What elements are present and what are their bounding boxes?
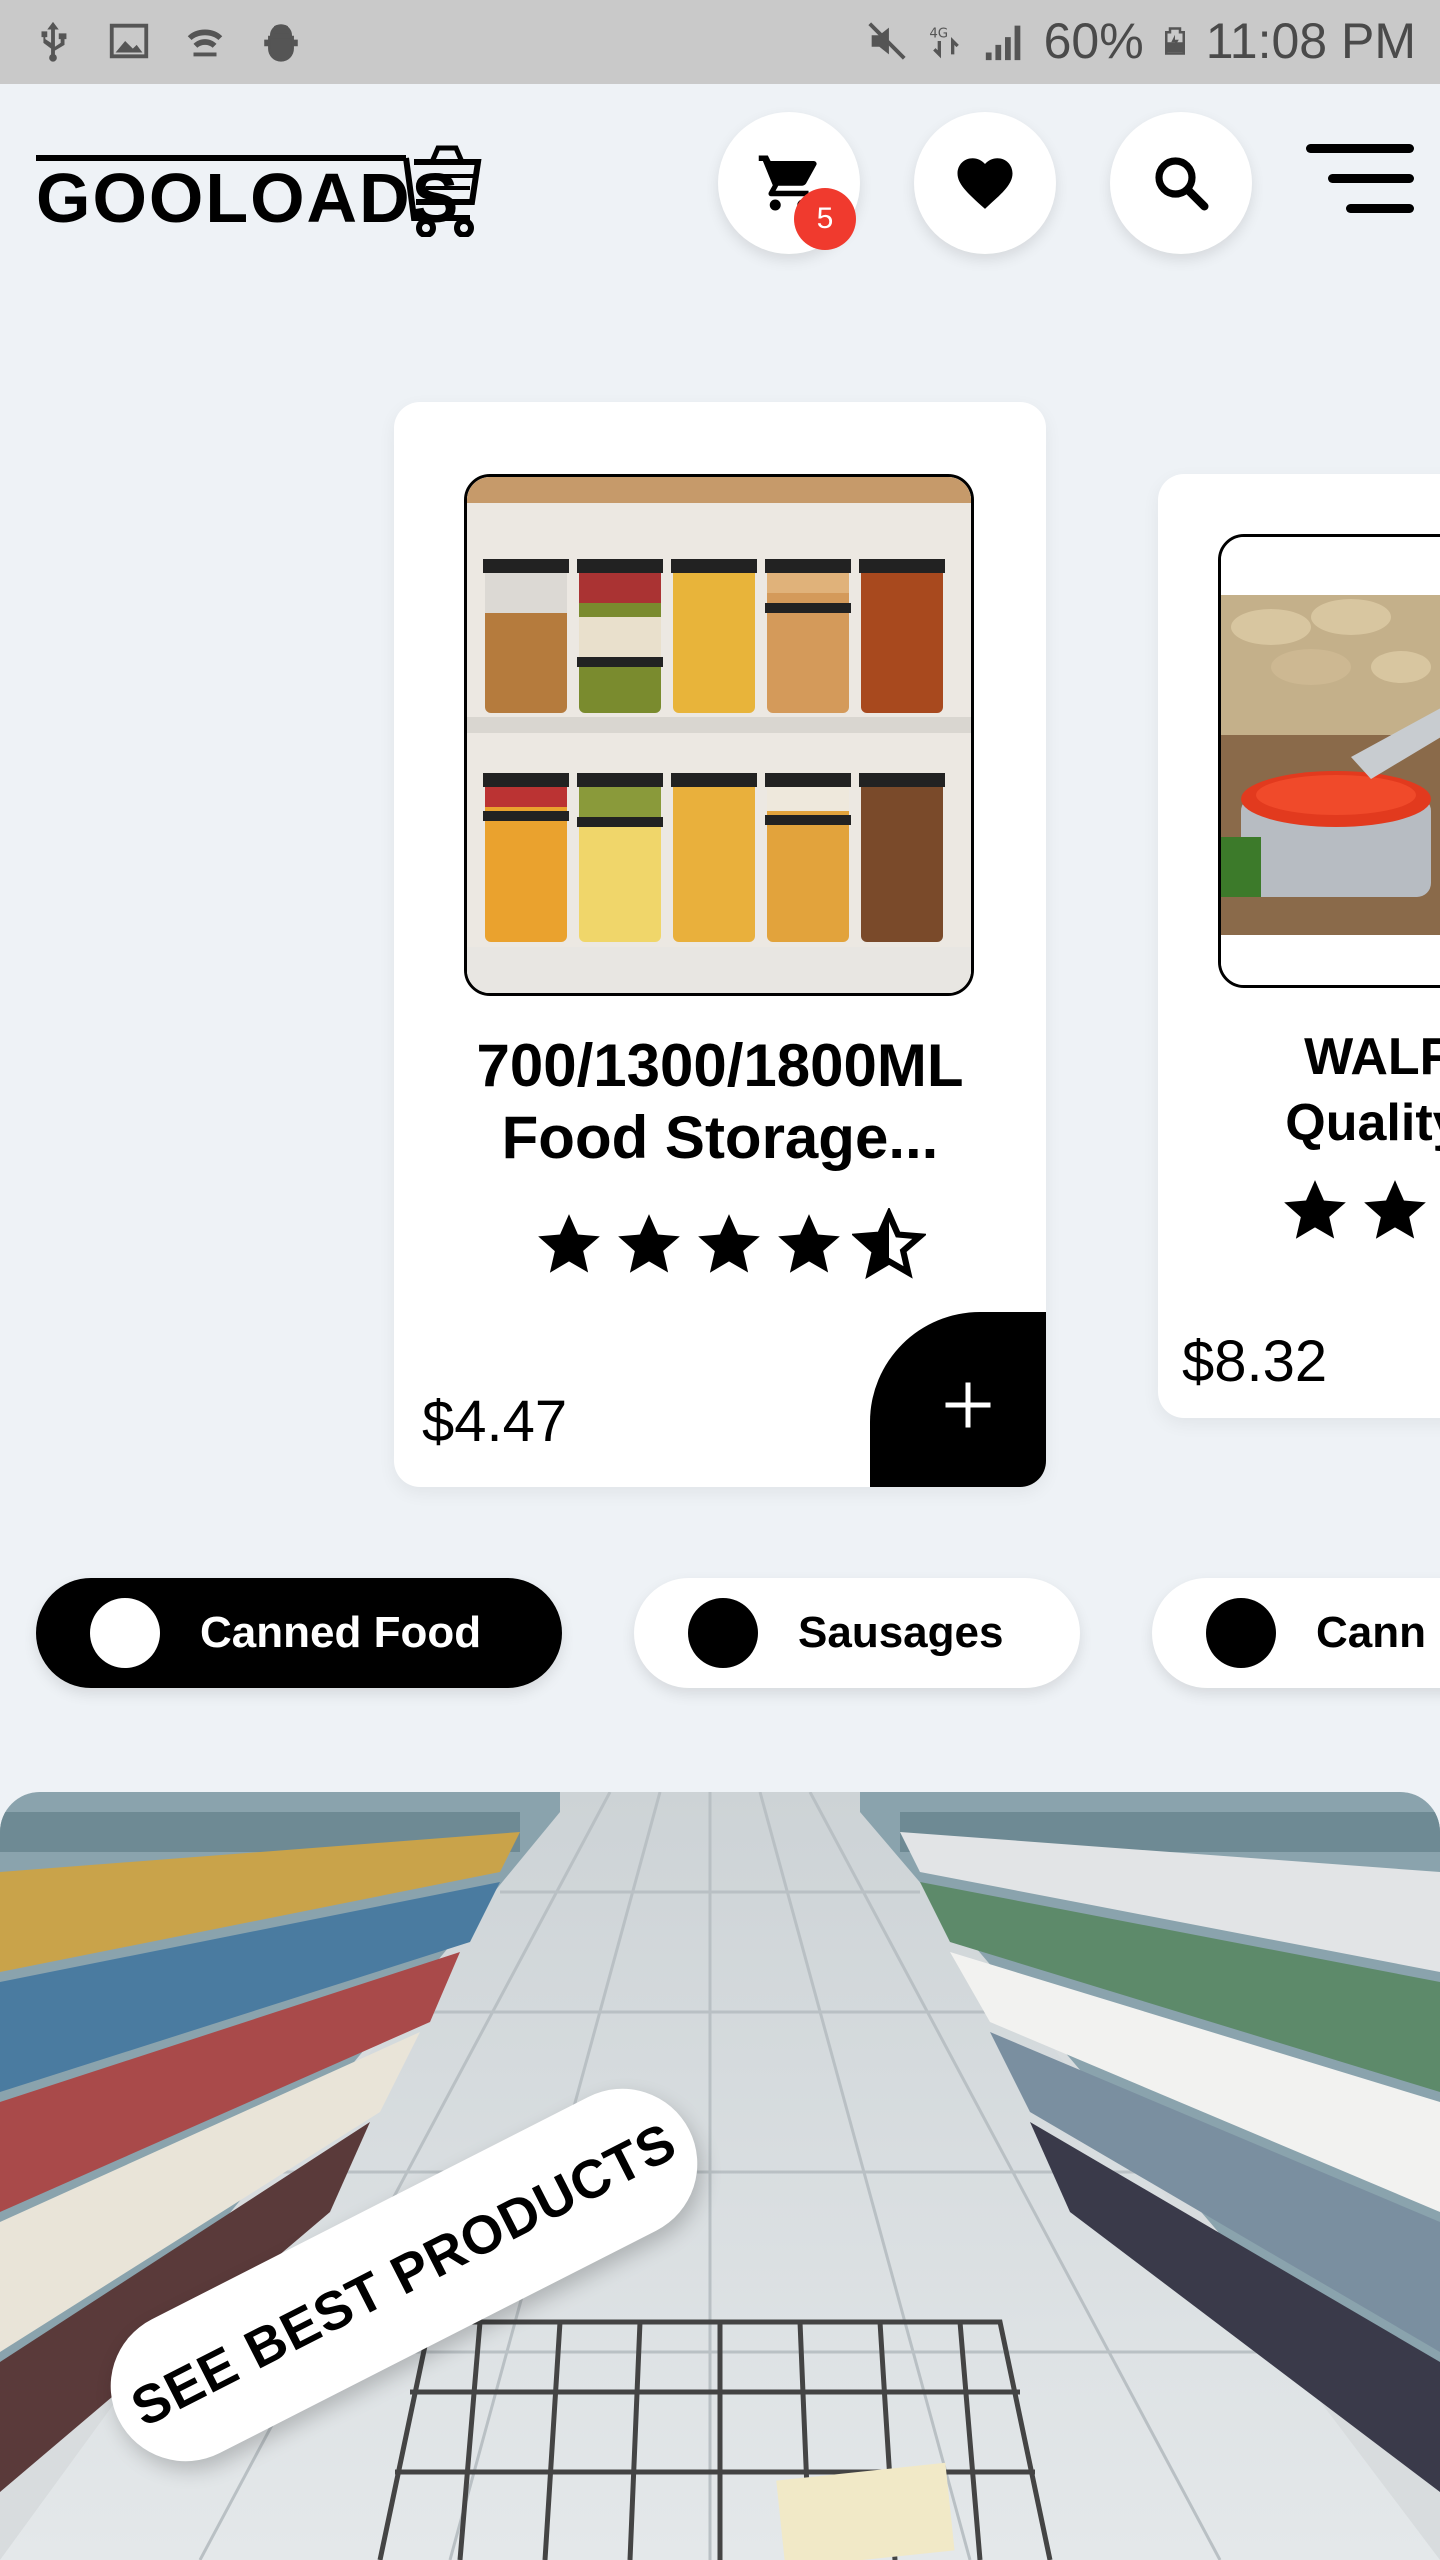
data-arrows-icon: 4G	[929, 27, 959, 59]
star-icon	[778, 1214, 840, 1273]
category-label: Cann	[1316, 1608, 1426, 1657]
gooloads-logo[interactable]: GOOLOADS	[36, 132, 486, 237]
battery-icon	[1164, 27, 1185, 55]
star-icon	[698, 1214, 760, 1273]
rating-stars	[532, 1208, 926, 1282]
cart-button[interactable]: 5	[718, 112, 860, 254]
product-image[interactable]	[1218, 534, 1440, 988]
category-dot-icon	[688, 1598, 758, 1668]
rating-stars	[1278, 1174, 1440, 1248]
product-card[interactable]: 700/1300/1800ML Food Storage... $4.47	[394, 402, 1046, 1487]
logo-text: GOOLOADS	[36, 159, 460, 237]
star-icon	[538, 1214, 600, 1273]
product-card[interactable]: WALFO Quality S $8.32	[1158, 474, 1440, 1418]
usb-icon	[41, 21, 67, 62]
wifi-hotspot-icon	[187, 29, 223, 57]
category-chip-canned[interactable]: Cann	[1152, 1578, 1440, 1688]
image-icon	[109, 23, 149, 59]
canned-caviar-image	[1221, 537, 1440, 985]
category-label: Canned Food	[200, 1608, 482, 1657]
product-price: $8.32	[1182, 1329, 1328, 1394]
favorites-button[interactable]	[914, 112, 1056, 254]
heart-icon	[957, 158, 1013, 209]
search-button[interactable]	[1110, 112, 1252, 254]
add-to-cart-button[interactable]	[870, 1312, 1046, 1487]
battery-percent: 60%	[1043, 13, 1144, 69]
plus-icon	[945, 1382, 991, 1427]
category-label: Sausages	[798, 1608, 1004, 1657]
android-debug-icon	[264, 24, 298, 62]
mute-icon	[868, 22, 906, 60]
menu-button[interactable]	[1304, 140, 1414, 220]
product-price: $4.47	[422, 1389, 568, 1454]
star-half-icon	[852, 1208, 926, 1280]
menu-icon	[1306, 144, 1414, 153]
clock: 11:08 PM	[1205, 13, 1416, 69]
category-dot-icon	[1206, 1598, 1276, 1668]
star-icon	[1364, 1180, 1426, 1239]
promo-banner[interactable]: SEE BEST PRODUCTS	[0, 1792, 1440, 2560]
star-icon	[1284, 1180, 1346, 1239]
cart-count-badge: 5	[794, 188, 856, 250]
svg-text:4G: 4G	[929, 27, 948, 42]
status-bar: 4G 60% 11:08 PM	[0, 0, 1440, 84]
signal-icon	[985, 25, 1020, 61]
product-title[interactable]: 700/1300/1800ML Food Storage...	[424, 1030, 1016, 1180]
pantry-containers-image	[467, 477, 971, 993]
category-chip-sausages[interactable]: Sausages	[634, 1578, 1080, 1688]
product-image[interactable]	[464, 474, 974, 996]
category-dot-icon	[90, 1598, 160, 1668]
category-chip-canned-food[interactable]: Canned Food	[36, 1578, 562, 1688]
product-title[interactable]: WALFO Quality S	[1178, 1024, 1440, 1156]
search-icon	[1155, 157, 1209, 211]
star-icon	[618, 1214, 680, 1273]
